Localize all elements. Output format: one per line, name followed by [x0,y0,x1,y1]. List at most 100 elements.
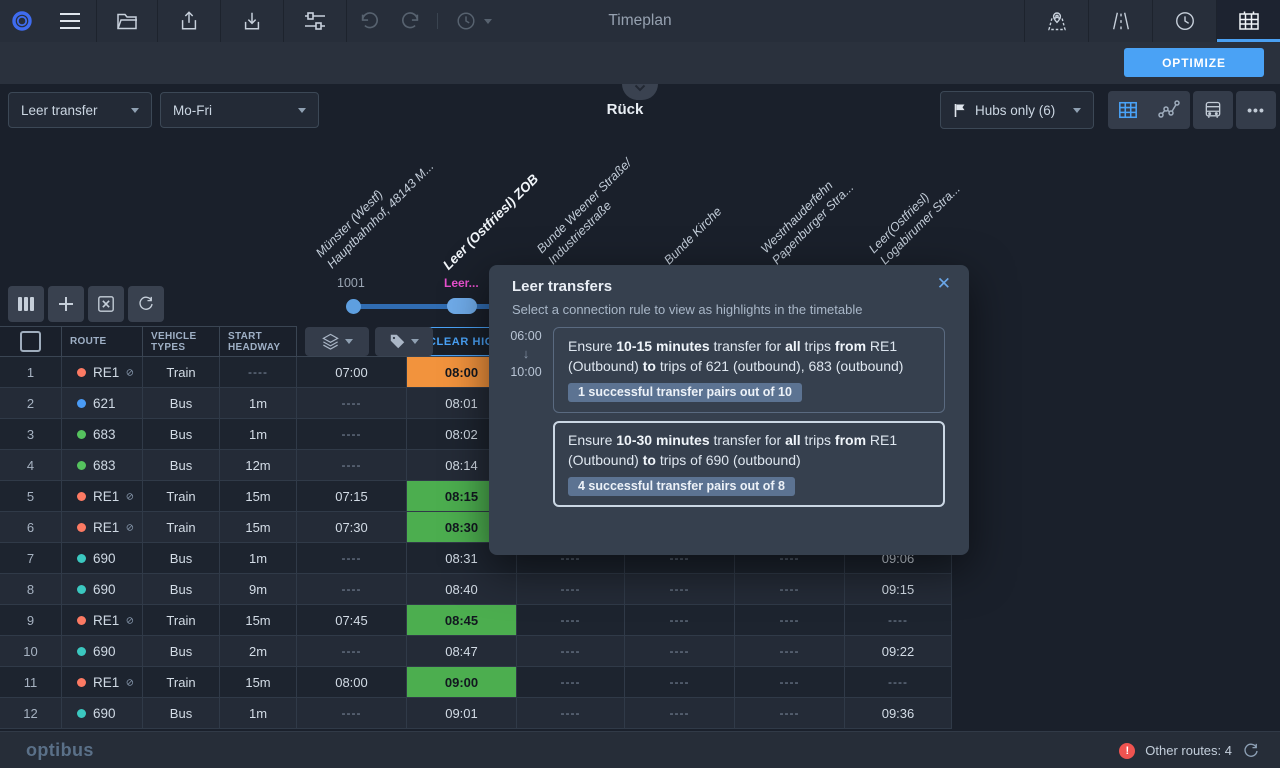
vehicles-button[interactable] [1193,91,1233,129]
time-cell[interactable]: ---- [735,667,845,698]
table-view-button[interactable] [1117,100,1139,120]
hubs-filter-dropdown[interactable]: Hubs only (6) [940,91,1094,129]
time-cell[interactable]: ---- [625,667,735,698]
table-row[interactable]: 8690Bus9m----08:40------------09:15 [0,574,952,605]
no-entry-icon [126,613,134,628]
slider-stop-handle[interactable] [447,298,477,314]
sync-icon[interactable] [1242,742,1260,760]
time-cell[interactable]: ---- [297,698,407,729]
time-cell[interactable]: ---- [297,419,407,450]
vehicle-type-cell: Train [143,605,220,636]
row-number-cell: 7 [0,543,62,574]
route-color-dot [77,616,86,625]
tags-dropdown-button[interactable] [375,327,433,356]
time-cell[interactable]: 09:36 [845,698,952,729]
route-color-dot [77,492,86,501]
direction-collapse-tab[interactable] [622,84,658,100]
time-cell[interactable]: ---- [735,636,845,667]
time-cell[interactable]: ---- [297,543,407,574]
history-button[interactable] [444,0,502,42]
time-cell[interactable]: ---- [297,388,407,419]
optimize-button[interactable]: OPTIMIZE [1124,48,1264,77]
export-button[interactable] [158,0,220,42]
refresh-table-button[interactable] [128,286,164,322]
headway-cell: 15m [220,667,297,698]
layers-dropdown-button[interactable] [305,327,369,356]
route-color-dot [77,709,86,718]
schedule-dropdown[interactable]: Leer transfer [8,92,152,128]
slider-handle-label: Leer... [444,276,479,290]
time-cell[interactable]: ---- [517,667,625,698]
row-number-cell: 12 [0,698,62,729]
tab-routes[interactable] [1088,0,1152,42]
time-cell[interactable]: ---- [625,698,735,729]
time-cell[interactable]: 08:47 [407,636,517,667]
time-cell[interactable]: 07:30 [297,512,407,543]
highlighted-time-cell[interactable]: 08:45 [407,605,517,636]
time-cell[interactable]: 07:45 [297,605,407,636]
select-all-cell[interactable] [0,326,62,357]
history-clock-icon [455,10,477,32]
day-type-dropdown[interactable]: Mo-Fri [160,92,319,128]
table-row[interactable]: 12690Bus1m----09:01------------09:36 [0,698,952,729]
table-row[interactable]: 9RE1Train15m07:4508:45---------------- [0,605,952,636]
time-cell[interactable]: 09:22 [845,636,952,667]
time-cell[interactable]: ---- [625,605,735,636]
time-cell[interactable]: 07:00 [297,357,407,388]
time-cell[interactable]: 08:40 [407,574,517,605]
undo-button[interactable] [347,0,391,42]
time-cell[interactable]: 09:01 [407,698,517,729]
tab-map[interactable] [1024,0,1088,42]
columns-button[interactable] [8,286,44,322]
table-row[interactable]: 11RE1Train15m08:0009:00---------------- [0,667,952,698]
modal-subtitle: Select a connection rule to view as high… [512,302,862,317]
time-cell[interactable]: ---- [517,698,625,729]
time-cell[interactable]: 08:00 [297,667,407,698]
tab-schedule[interactable] [1152,0,1216,42]
time-cell[interactable]: ---- [297,636,407,667]
route-color-dot [77,585,86,594]
time-cell[interactable]: ---- [297,450,407,481]
tab-timeplan[interactable] [1216,0,1280,42]
close-icon[interactable]: ✕ [937,275,951,292]
route-cell: RE1 [62,481,143,512]
no-entry-icon [126,675,134,690]
time-cell[interactable]: ---- [517,574,625,605]
add-trip-button[interactable] [48,286,84,322]
time-cell[interactable]: ---- [625,574,735,605]
export-excel-button[interactable] [88,286,124,322]
no-entry-icon [126,365,134,380]
highlighted-time-cell[interactable]: 09:00 [407,667,517,698]
time-cell[interactable]: 09:15 [845,574,952,605]
direction-label: Rück [600,101,650,118]
more-options-button[interactable]: ••• [1236,91,1276,129]
open-button[interactable] [97,0,157,42]
graph-view-button[interactable] [1157,99,1181,121]
menu-button[interactable] [43,0,96,42]
time-cell[interactable]: ---- [845,605,952,636]
time-cell[interactable]: ---- [735,605,845,636]
checkbox[interactable] [20,331,41,352]
transfer-rule-card[interactable]: Ensure 10-30 minutes transfer for all tr… [553,421,945,507]
time-cell[interactable]: ---- [517,605,625,636]
table-row[interactable]: 10690Bus2m----08:47------------09:22 [0,636,952,667]
row-number-cell: 10 [0,636,62,667]
row-number-cell: 11 [0,667,62,698]
transfer-rule-card[interactable]: Ensure 10-15 minutes transfer for all tr… [553,327,945,413]
preferences-button[interactable] [284,0,346,42]
transfer-rules-list: Ensure 10-15 minutes transfer for all tr… [553,327,945,515]
chevron-down-icon [131,108,139,113]
redo-button[interactable] [391,0,431,42]
time-cell[interactable]: ---- [625,636,735,667]
app-logo[interactable] [0,0,43,42]
time-cell[interactable]: ---- [845,667,952,698]
excel-icon [97,295,115,313]
time-cell[interactable]: ---- [735,574,845,605]
slider-start-handle[interactable] [346,299,361,314]
columns-icon [17,296,35,312]
time-cell[interactable]: ---- [297,574,407,605]
import-button[interactable] [221,0,283,42]
time-cell[interactable]: ---- [735,698,845,729]
time-cell[interactable]: 07:15 [297,481,407,512]
time-cell[interactable]: ---- [517,636,625,667]
